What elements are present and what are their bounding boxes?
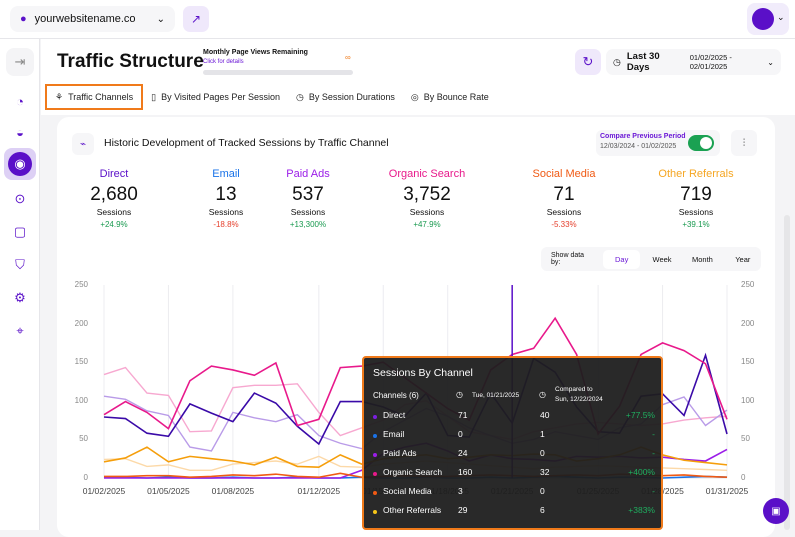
x-tick-label: 01/12/2025 <box>297 486 341 496</box>
channel-name: Paid Ads <box>383 448 417 458</box>
current-value: 29 <box>458 505 468 515</box>
channel-dot <box>373 434 377 438</box>
change-value: +400% <box>628 467 655 477</box>
current-value: 24 <box>458 448 468 458</box>
previous-value: 40 <box>540 410 550 420</box>
channels-label: Channels (6) <box>373 391 419 400</box>
tooltip-row: Organic Search 160 32 +400% <box>373 467 655 481</box>
current-value: 71 <box>458 410 468 420</box>
y-tick-label: 200 <box>741 318 755 328</box>
channel-name: Organic Search <box>383 467 443 477</box>
channel-dot <box>373 472 377 476</box>
current-value: 0 <box>458 429 463 439</box>
tooltip-row: Paid Ads 24 0 - <box>373 448 655 462</box>
y-tick-label: 250 <box>741 280 755 289</box>
tooltip: Sessions By Channel Channels (6) ◷ Tue, … <box>362 356 663 530</box>
previous-value: 32 <box>540 467 550 477</box>
channel-dot <box>373 453 377 457</box>
chat-button[interactable]: ▣ <box>763 498 789 524</box>
change-value: +77.5% <box>625 410 655 420</box>
previous-value: 1 <box>540 429 545 439</box>
y-tick-label: 50 <box>741 434 750 444</box>
x-tick-label: 01/02/2025 <box>82 486 126 496</box>
channel-name: Other Referrals <box>383 505 442 515</box>
y-tick-label: 0 <box>83 473 88 482</box>
y-tick-label: 150 <box>74 357 88 367</box>
tooltip-row: Email 0 1 - <box>373 429 655 443</box>
channel-name: Direct <box>383 410 406 420</box>
change-value: - <box>652 486 655 496</box>
change-value: - <box>652 448 655 458</box>
current-value: 160 <box>458 467 473 477</box>
chat-icon: ▣ <box>771 505 781 517</box>
channel-dot <box>373 415 377 419</box>
x-tick-label: 01/08/2025 <box>211 486 255 496</box>
change-value: +383% <box>628 505 655 515</box>
clock-icon: ◷ <box>456 390 463 399</box>
y-tick-label: 200 <box>74 318 88 328</box>
x-tick-label: 01/31/2025 <box>705 486 749 496</box>
y-tick-label: 100 <box>74 395 88 405</box>
tooltip-title: Sessions By Channel <box>373 367 473 379</box>
previous-value: 0 <box>540 448 545 458</box>
change-value: - <box>652 429 655 439</box>
x-tick-label: 01/05/2025 <box>147 486 190 496</box>
y-tick-label: 50 <box>79 434 88 444</box>
tooltip-row: Social Media 3 0 - <box>373 486 655 500</box>
compare-date: Sun, 12/22/2024 <box>555 396 603 403</box>
y-tick-label: 0 <box>741 473 746 482</box>
tooltip-row: Other Referrals 29 6 +383% <box>373 505 655 519</box>
y-tick-label: 150 <box>741 357 755 367</box>
channel-dot <box>373 510 377 514</box>
previous-value: 6 <box>540 505 545 515</box>
current-value: 3 <box>458 486 463 496</box>
clock-icon: ◷ <box>539 390 546 399</box>
tooltip-row: Direct 71 40 +77.5% <box>373 410 655 424</box>
compare-label: Compared to <box>555 386 593 393</box>
y-tick-label: 250 <box>74 280 88 289</box>
channel-name: Email <box>383 429 405 439</box>
tooltip-date: Tue, 01/21/2025 <box>472 392 520 399</box>
channel-name: Social Media <box>383 486 432 496</box>
y-tick-label: 100 <box>741 395 755 405</box>
channel-dot <box>373 491 377 495</box>
previous-value: 0 <box>540 486 545 496</box>
